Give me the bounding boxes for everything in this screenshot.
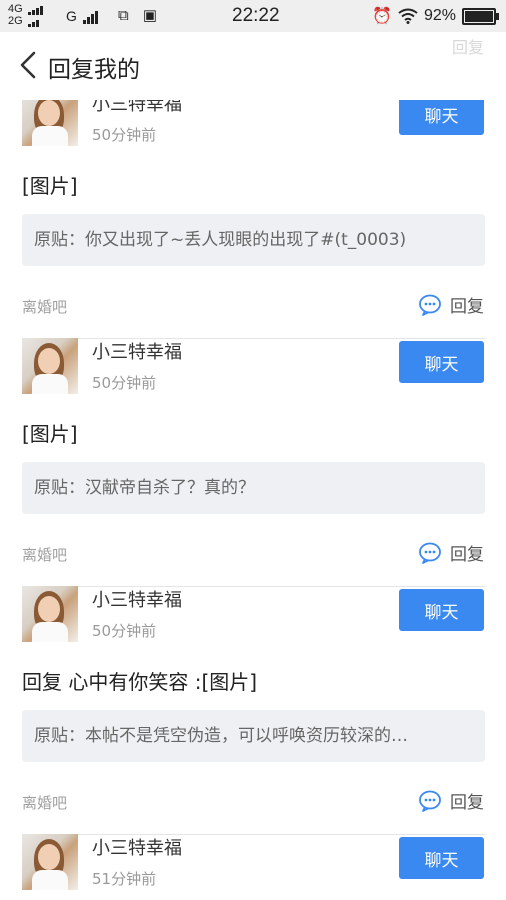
avatar[interactable] bbox=[22, 586, 78, 642]
reply-content[interactable]: [图片] bbox=[22, 170, 78, 199]
back-arrow-icon[interactable] bbox=[16, 50, 44, 80]
network-label-g: G bbox=[66, 8, 77, 24]
chat-button[interactable]: 聊天 bbox=[399, 589, 484, 631]
signal-bars-icon bbox=[27, 3, 44, 15]
status-bar: 4G 2G G ⧉ ▣ 22:22 ⏰ 92% bbox=[0, 0, 506, 32]
battery-icon bbox=[462, 7, 499, 25]
avatar[interactable] bbox=[22, 338, 78, 394]
screenshot-icon: ⧉ bbox=[118, 7, 129, 24]
network-indicator: 4G 2G bbox=[8, 3, 44, 27]
app-notification-icon: ▣ bbox=[142, 7, 158, 24]
alarm-clock-icon: ⏰ bbox=[372, 8, 392, 25]
comment-bubble-icon bbox=[419, 790, 441, 812]
original-post-quote[interactable]: 原贴：汉献帝自杀了？真的？ bbox=[22, 462, 485, 514]
comment-bubble-icon bbox=[419, 542, 441, 564]
ghost-reply-label: 回复 bbox=[451, 38, 484, 57]
chat-button[interactable]: 聊天 bbox=[399, 341, 484, 383]
username[interactable]: 小三特幸福 bbox=[92, 834, 182, 860]
forum-name[interactable]: 离婚吧 bbox=[22, 792, 67, 813]
reply-button[interactable]: 回复 bbox=[418, 292, 484, 317]
notification-icons: ⧉ ▣ bbox=[118, 6, 157, 24]
forum-name[interactable]: 离婚吧 bbox=[22, 296, 67, 317]
page-title: 回复我的 bbox=[48, 57, 140, 83]
reply-label: 回复 bbox=[450, 297, 484, 317]
reply-label: 回复 bbox=[450, 545, 484, 565]
reply-button[interactable]: 回复 bbox=[418, 540, 484, 565]
comment-bubble-icon bbox=[419, 294, 441, 316]
forum-name[interactable]: 离婚吧 bbox=[22, 544, 67, 565]
username[interactable]: 小三特幸福 bbox=[92, 338, 182, 364]
post-time: 50分钟前 bbox=[92, 622, 157, 640]
signal-bars-icon bbox=[82, 8, 99, 24]
network-label-4g: 4G bbox=[8, 3, 23, 15]
post-time: 51分钟前 bbox=[92, 870, 157, 888]
reply-content[interactable]: [图片] bbox=[22, 418, 78, 447]
original-post-quote[interactable]: 原贴：本帖不是凭空伪造，可以呼唤资历较深的… bbox=[22, 710, 485, 762]
post-time: 50分钟前 bbox=[92, 374, 157, 392]
clock: 22:22 bbox=[232, 5, 280, 26]
username[interactable]: 小三特幸福 bbox=[92, 586, 182, 612]
signal-bars-icon bbox=[27, 15, 40, 27]
battery-percent: 92% bbox=[423, 7, 456, 24]
wifi-icon bbox=[398, 8, 418, 24]
reply-label: 回复 bbox=[450, 793, 484, 813]
original-post-quote[interactable]: 原贴：你又出现了~丢人现眼的出现了#(t_0003) bbox=[22, 214, 485, 266]
avatar[interactable] bbox=[22, 834, 78, 890]
network-indicator-g: G bbox=[66, 8, 99, 24]
chat-button[interactable]: 聊天 bbox=[399, 837, 484, 879]
reply-button[interactable]: 回复 bbox=[418, 788, 484, 813]
post-time: 50分钟前 bbox=[92, 126, 157, 144]
top-nav-bar: 回复 回复我的 bbox=[0, 32, 506, 100]
reply-content[interactable]: 回复 心中有你笑容 :[图片] bbox=[22, 666, 257, 695]
system-status: ⏰ 92% bbox=[372, 6, 499, 26]
network-label-2g: 2G bbox=[8, 15, 23, 27]
